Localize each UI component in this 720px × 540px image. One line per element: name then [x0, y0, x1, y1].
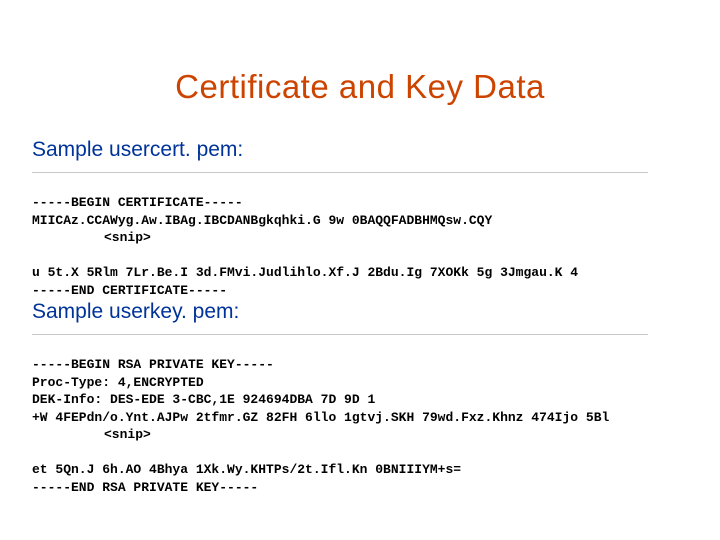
code-line: -----END RSA PRIVATE KEY----- — [32, 480, 258, 495]
code-block-usercert: -----BEGIN CERTIFICATE----- MIICAz.CCAWy… — [32, 194, 688, 299]
code-line: u 5t.X 5Rlm 7Lr.Be.I 3d.FMvi.Judlihlo.Xf… — [32, 265, 578, 280]
code-line: -----BEGIN RSA PRIVATE KEY----- — [32, 357, 274, 372]
code-line: MIICAz.CCAWyg.Aw.IBAg.IBCDANBgkqhki.G 9w… — [32, 213, 492, 228]
code-line: -----END CERTIFICATE----- — [32, 283, 227, 298]
page-title: Certificate and Key Data — [0, 68, 720, 106]
code-line: Proc-Type: 4,ENCRYPTED — [32, 375, 204, 390]
code-snip: <snip> — [32, 426, 688, 444]
code-line: et 5Qn.J 6h.AO 4Bhya 1Xk.Wy.KHTPs/2t.Ifl… — [32, 462, 461, 477]
divider — [32, 172, 648, 173]
section-label-usercert: Sample usercert. pem: — [32, 138, 688, 162]
code-line: -----BEGIN CERTIFICATE----- — [32, 195, 243, 210]
code-snip: <snip> — [32, 229, 688, 247]
code-line: DEK-Info: DES-EDE 3-CBC,1E 924694DBA 7D … — [32, 392, 375, 407]
code-block-userkey: -----BEGIN RSA PRIVATE KEY----- Proc-Typ… — [32, 356, 688, 496]
code-line: +W 4FEPdn/o.Ynt.AJPw 2tfmr.GZ 82FH 6llo … — [32, 410, 609, 425]
section-usercert: Sample usercert. pem: — [32, 138, 688, 162]
section-label-userkey: Sample userkey. pem: — [32, 300, 688, 324]
slide: Certificate and Key Data Sample usercert… — [0, 0, 720, 540]
divider — [32, 334, 648, 335]
section-userkey: Sample userkey. pem: — [32, 300, 688, 324]
